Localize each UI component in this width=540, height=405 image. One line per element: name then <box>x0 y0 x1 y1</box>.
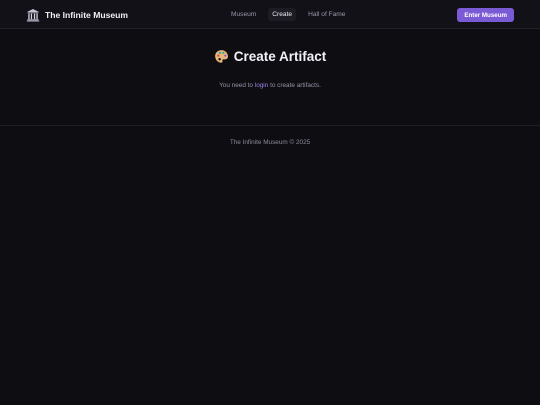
login-link[interactable]: login <box>255 82 269 89</box>
top-navbar: The Infinite Museum Museum Create Hall o… <box>0 0 540 29</box>
enter-museum-button[interactable]: Enter Museum <box>457 8 514 22</box>
notice-prefix: You need to <box>219 82 255 89</box>
museum-building-icon <box>26 8 40 22</box>
page: The Infinite Museum Museum Create Hall o… <box>0 0 540 405</box>
brand-title: The Infinite Museum <box>45 9 129 20</box>
palette-icon <box>214 50 228 63</box>
notice-suffix: to create artifacts. <box>268 82 321 89</box>
page-heading: Create Artifact <box>0 49 540 64</box>
create-artifact-section: Create Artifact You need to login to cre… <box>0 29 540 126</box>
footer-copyright: The Infinite Museum © 2025 <box>229 139 311 146</box>
login-required-notice: You need to login to create artifacts. <box>0 82 540 89</box>
main-nav: Museum Create Hall of Fame <box>227 7 349 22</box>
page-title: Create Artifact <box>233 49 327 64</box>
brand-link[interactable]: The Infinite Museum <box>26 7 128 22</box>
nav-create[interactable]: Create <box>268 8 297 21</box>
nav-hall-of-fame[interactable]: Hall of Fame <box>304 8 349 21</box>
nav-museum[interactable]: Museum <box>227 8 260 21</box>
